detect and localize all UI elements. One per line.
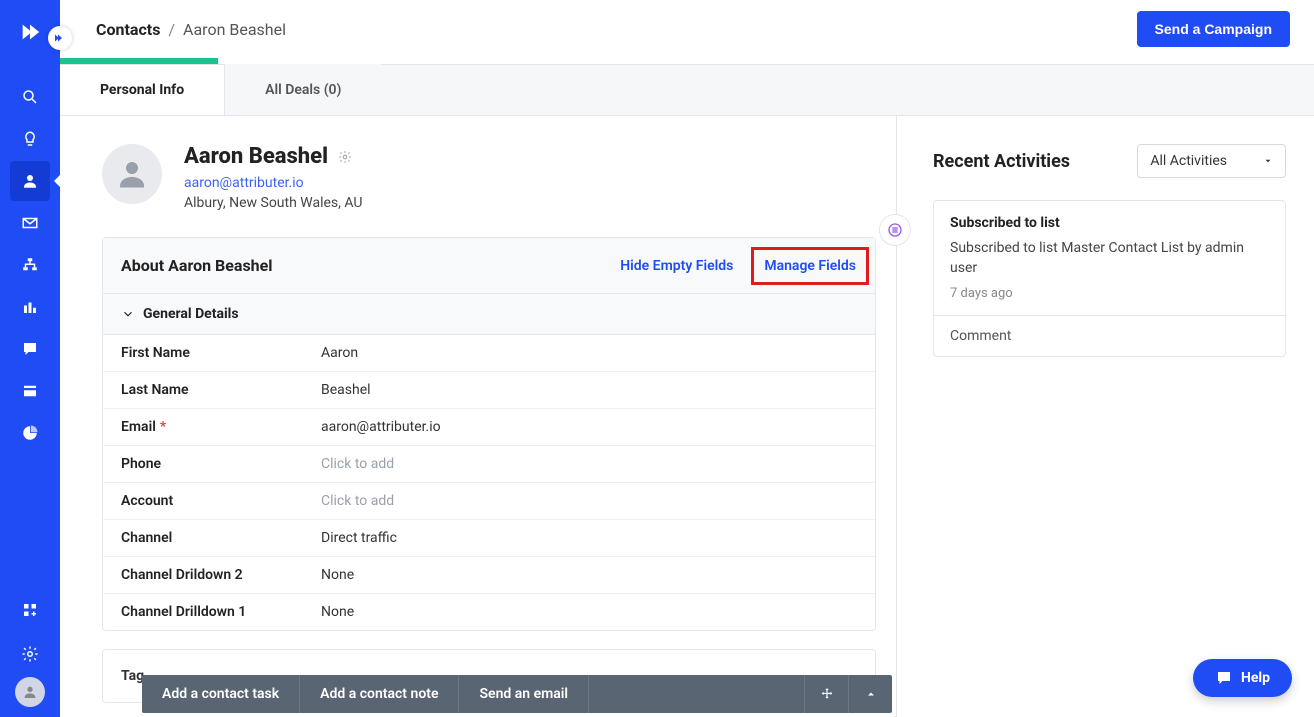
sidebar-item-deals[interactable]	[10, 287, 50, 327]
header-bar: Contacts / Aaron Beashel Send a Campaign	[60, 0, 1314, 58]
caret-down-icon	[1263, 156, 1273, 166]
left-pane: Aaron Beashel aaron@attributer.io Albury…	[60, 116, 896, 717]
field-label: First Name	[121, 345, 321, 361]
activity-timestamp: 7 days ago	[950, 286, 1269, 301]
field-row: First NameAaron	[103, 335, 875, 372]
hide-empty-fields-link[interactable]: Hide Empty Fields	[620, 258, 733, 274]
field-value[interactable]: Beashel	[321, 382, 371, 398]
chat-icon	[1215, 669, 1233, 687]
field-row: Last NameBeashel	[103, 372, 875, 409]
general-details-section-toggle[interactable]: General Details	[103, 294, 875, 335]
about-card-title: About Aaron Beashel	[121, 256, 273, 275]
breadcrumb-root[interactable]: Contacts	[96, 20, 160, 39]
contact-name: Aaron Beashel	[184, 144, 328, 169]
activity-item: Subscribed to list Subscribed to list Ma…	[933, 200, 1286, 357]
sidebar-item-ideas[interactable]	[10, 119, 50, 159]
tab-personal-info[interactable]: Personal Info	[60, 64, 225, 115]
sidebar-bottom	[0, 589, 60, 707]
activity-description: Subscribed to list Master Contact List b…	[950, 239, 1269, 278]
field-label: Phone	[121, 456, 321, 472]
field-label: Channel	[121, 530, 321, 546]
field-row: AccountClick to add	[103, 483, 875, 520]
field-row: Channel Drilldown 1None	[103, 594, 875, 630]
activity-body: Subscribed to list Subscribed to list Ma…	[934, 201, 1285, 315]
progress-indicator	[60, 58, 218, 64]
chevron-down-icon	[121, 307, 135, 321]
sidebar-item-settings[interactable]	[10, 634, 50, 674]
activity-type-icon	[879, 214, 911, 246]
contact-name-row: Aaron Beashel	[184, 144, 362, 169]
field-value[interactable]: aaron@attributer.io	[321, 419, 441, 435]
sidebar-item-reports[interactable]	[10, 413, 50, 453]
section-title: General Details	[143, 306, 239, 322]
contact-header: Aaron Beashel aaron@attributer.io Albury…	[102, 144, 876, 211]
field-label: Channel Drildown 2	[121, 567, 321, 583]
sidebar-item-contacts[interactable]	[10, 161, 50, 201]
field-value[interactable]: None	[321, 604, 354, 620]
add-contact-task-button[interactable]: Add a contact task	[142, 675, 300, 713]
sidebar-item-forms[interactable]	[10, 371, 50, 411]
send-email-button[interactable]: Send an email	[459, 675, 589, 713]
field-label: Channel Drilldown 1	[121, 604, 321, 620]
tab-all-deals[interactable]: All Deals (0)	[225, 64, 381, 115]
sidebar	[0, 0, 60, 717]
breadcrumb: Contacts / Aaron Beashel	[96, 20, 286, 39]
activities-filter-label: All Activities	[1150, 153, 1227, 169]
field-value[interactable]: None	[321, 567, 354, 583]
breadcrumb-leaf: Aaron Beashel	[183, 20, 286, 39]
activities-filter-dropdown[interactable]: All Activities	[1137, 144, 1286, 178]
field-value[interactable]: Direct traffic	[321, 530, 397, 546]
required-asterisk: *	[160, 419, 166, 435]
activity-title: Subscribed to list	[950, 215, 1269, 231]
tabs-bar: Personal Info All Deals (0)	[60, 64, 1314, 116]
main-content: Aaron Beashel aaron@attributer.io Albury…	[60, 116, 1314, 717]
field-value[interactable]: Click to add	[321, 493, 394, 509]
fields-list: First NameAaronLast NameBeashelEmail*aar…	[103, 335, 875, 630]
about-card: About Aaron Beashel Hide Empty Fields Ma…	[102, 237, 876, 631]
contact-settings-icon[interactable]	[338, 150, 352, 164]
manage-fields-link[interactable]: Manage Fields	[751, 247, 869, 285]
activities-title: Recent Activities	[933, 151, 1070, 172]
help-button[interactable]: Help	[1193, 659, 1292, 697]
collapse-up-icon[interactable]	[848, 675, 892, 713]
activity-comment-input[interactable]: Comment	[934, 315, 1285, 356]
contact-avatar	[102, 144, 162, 204]
help-label: Help	[1241, 670, 1270, 686]
sidebar-item-automation[interactable]	[10, 245, 50, 285]
sidebar-item-search[interactable]	[10, 77, 50, 117]
contact-location: Albury, New South Wales, AU	[184, 195, 362, 211]
contact-email-link[interactable]: aaron@attributer.io	[184, 175, 362, 191]
logo-icon	[19, 21, 41, 43]
action-bar: Add a contact task Add a contact note Se…	[142, 675, 892, 713]
sidebar-item-chat[interactable]	[10, 329, 50, 369]
field-label: Email*	[121, 419, 321, 435]
right-pane: Recent Activities All Activities Subscri…	[896, 116, 1314, 717]
activities-header: Recent Activities All Activities	[933, 144, 1286, 178]
tab-filler	[381, 64, 1314, 115]
field-label: Account	[121, 493, 321, 509]
sidebar-nav	[0, 76, 60, 454]
contact-info: Aaron Beashel aaron@attributer.io Albury…	[184, 144, 362, 211]
about-card-header: About Aaron Beashel Hide Empty Fields Ma…	[103, 238, 875, 294]
sidebar-item-email[interactable]	[10, 203, 50, 243]
field-label: Last Name	[121, 382, 321, 398]
send-campaign-button[interactable]: Send a Campaign	[1137, 11, 1290, 47]
field-value[interactable]: Click to add	[321, 456, 394, 472]
field-value[interactable]: Aaron	[321, 345, 358, 361]
expand-sidebar-button[interactable]	[48, 26, 72, 50]
field-row: PhoneClick to add	[103, 446, 875, 483]
sidebar-item-apps[interactable]	[10, 590, 50, 630]
move-handle-icon[interactable]	[804, 675, 848, 713]
field-row: Email*aaron@attributer.io	[103, 409, 875, 446]
sidebar-user-avatar[interactable]	[15, 677, 45, 707]
logo-area	[0, 8, 60, 56]
breadcrumb-separator: /	[168, 20, 175, 39]
add-contact-note-button[interactable]: Add a contact note	[300, 675, 459, 713]
about-card-actions: Hide Empty Fields Manage Fields	[620, 257, 857, 275]
field-row: ChannelDirect traffic	[103, 520, 875, 557]
field-row: Channel Drildown 2None	[103, 557, 875, 594]
